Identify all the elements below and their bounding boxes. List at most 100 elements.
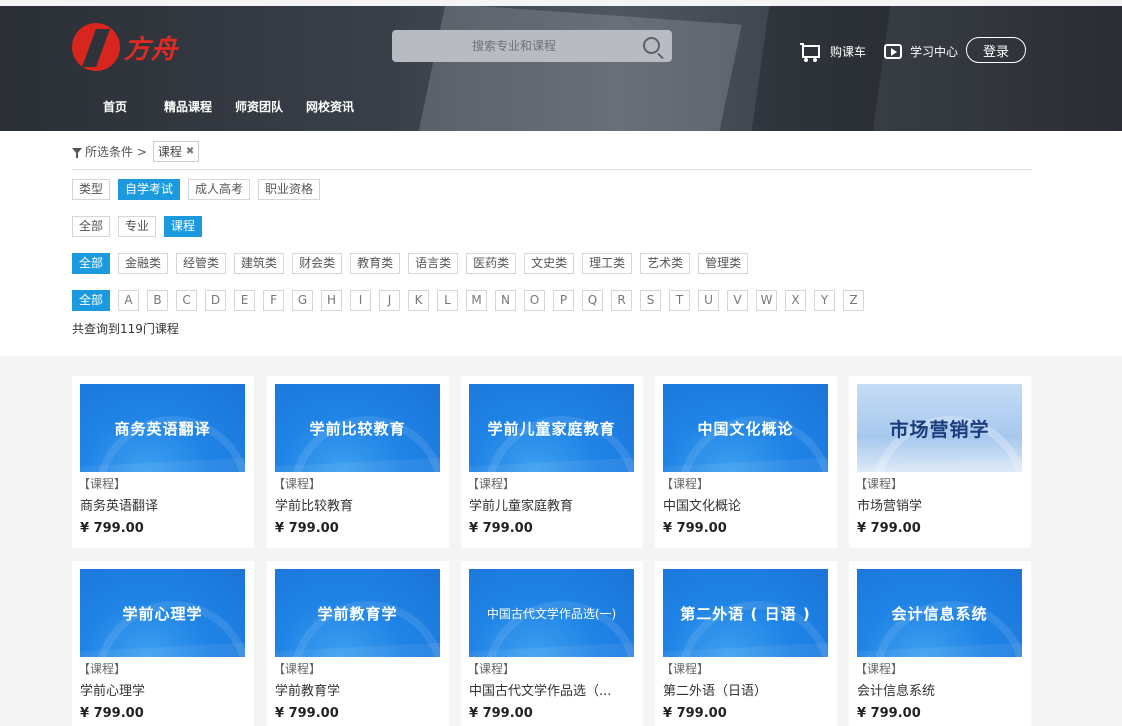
- letter-chip-t[interactable]: T: [669, 290, 691, 311]
- study-center-link[interactable]: 学习中心: [910, 43, 958, 60]
- letter-chip-x[interactable]: X: [785, 290, 807, 311]
- letter-chip-m[interactable]: M: [466, 290, 488, 311]
- nav-teachers[interactable]: 师资团队: [235, 98, 283, 115]
- course-thumbnail[interactable]: 中国文化概论: [663, 384, 828, 472]
- letter-chip-g[interactable]: G: [292, 290, 314, 311]
- exam-type-chip-0[interactable]: 类型: [72, 179, 111, 200]
- course-name[interactable]: 学前儿童家庭教育: [469, 495, 637, 514]
- category-chip-5[interactable]: 教育类: [350, 253, 401, 274]
- course-card[interactable]: 会计信息系统 【课程】 会计信息系统 ¥ 799.00: [849, 561, 1031, 726]
- course-thumbnail[interactable]: 会计信息系统: [857, 569, 1022, 657]
- category-chip-7[interactable]: 医药类: [466, 253, 517, 274]
- course-card[interactable]: 学前心理学 【课程】 学前心理学 ¥ 799.00: [72, 561, 254, 726]
- search-icon[interactable]: [643, 37, 660, 54]
- letter-chip-h[interactable]: H: [321, 290, 343, 311]
- remove-tag-icon[interactable]: ✖: [186, 146, 194, 157]
- exam-type-chip-3[interactable]: 职业资格: [258, 179, 321, 200]
- course-card[interactable]: 第二外语 ( 日语 ) 【课程】 第二外语（日语） ¥ 799.00: [655, 561, 837, 726]
- letter-chip-l[interactable]: L: [437, 290, 459, 311]
- category-chip-11[interactable]: 管理类: [698, 253, 749, 274]
- letter-chip-p[interactable]: P: [553, 290, 575, 311]
- course-thumbnail[interactable]: 学前比较教育: [275, 384, 440, 472]
- cart-icon: [800, 43, 820, 62]
- course-name[interactable]: 第二外语（日语）: [663, 680, 831, 699]
- letter-chip-f[interactable]: F: [263, 290, 285, 311]
- letter-chip-q[interactable]: Q: [582, 290, 604, 311]
- letter-chip-w[interactable]: W: [756, 290, 778, 311]
- scope-filter: 全部 专业 课程: [72, 216, 210, 237]
- category-chip-2[interactable]: 经管类: [176, 253, 227, 274]
- letter-chip-y[interactable]: Y: [814, 290, 836, 311]
- nav-news[interactable]: 网校资讯: [306, 98, 354, 115]
- category-chip-1[interactable]: 金融类: [118, 253, 169, 274]
- category-filter: 全部 金融类 经管类 建筑类 财会类 教育类 语言类 医药类 文史类 理工类 艺术类 管理类: [72, 253, 756, 274]
- letter-chip-b[interactable]: B: [147, 290, 169, 311]
- course-thumbnail[interactable]: 商务英语翻译: [80, 384, 245, 472]
- letter-chip-v[interactable]: V: [727, 290, 749, 311]
- category-chip-8[interactable]: 文史类: [524, 253, 575, 274]
- course-name[interactable]: 商务英语翻译: [80, 495, 248, 514]
- course-type: 【课程】: [661, 662, 710, 676]
- letter-chip-k[interactable]: K: [408, 290, 430, 311]
- course-card[interactable]: 中国古代文学作品选(一) 【课程】 中国古代文学作品选（... ¥ 799.00: [461, 561, 643, 726]
- course-card[interactable]: 中国文化概论 【课程】 中国文化概论 ¥ 799.00: [655, 376, 837, 548]
- scope-chip-2[interactable]: 课程: [164, 216, 203, 237]
- course-card[interactable]: 学前教育学 【课程】 学前教育学 ¥ 799.00: [267, 561, 449, 726]
- cart-link[interactable]: 购课车: [830, 43, 866, 60]
- course-thumbnail[interactable]: 市场营销学: [857, 384, 1022, 472]
- letter-chip-c[interactable]: C: [176, 290, 198, 311]
- course-thumbnail[interactable]: 学前心理学: [80, 569, 245, 657]
- exam-type-chip-1[interactable]: 自学考试: [118, 179, 181, 200]
- letter-chip-u[interactable]: U: [698, 290, 720, 311]
- category-chip-6[interactable]: 语言类: [408, 253, 459, 274]
- letter-chip-e[interactable]: E: [234, 290, 256, 311]
- category-chip-9[interactable]: 理工类: [582, 253, 633, 274]
- letter-chip-a[interactable]: A: [118, 290, 140, 311]
- course-thumbnail[interactable]: 学前儿童家庭教育: [469, 384, 634, 472]
- nav-courses[interactable]: 精品课程: [164, 98, 212, 115]
- scope-chip-1[interactable]: 专业: [118, 216, 157, 237]
- letter-chip-all[interactable]: 全部: [72, 290, 111, 311]
- course-name[interactable]: 学前心理学: [80, 680, 248, 699]
- course-card[interactable]: 市场营销学 【课程】 市场营销学 ¥ 799.00: [849, 376, 1031, 548]
- letter-chip-j[interactable]: J: [379, 290, 401, 311]
- course-price: ¥ 799.00: [857, 521, 921, 536]
- nav-home[interactable]: 首页: [103, 98, 127, 115]
- course-thumbnail[interactable]: 中国古代文学作品选(一): [469, 569, 634, 657]
- course-price: ¥ 799.00: [80, 521, 144, 536]
- letter-chip-i[interactable]: I: [350, 290, 372, 311]
- course-name[interactable]: 会计信息系统: [857, 680, 1025, 699]
- course-thumbnail[interactable]: 第二外语 ( 日语 ): [663, 569, 828, 657]
- category-chip-0[interactable]: 全部: [72, 253, 111, 274]
- category-chip-3[interactable]: 建筑类: [234, 253, 285, 274]
- course-name[interactable]: 中国文化概论: [663, 495, 831, 514]
- letter-chip-r[interactable]: R: [611, 290, 633, 311]
- letter-chip-s[interactable]: S: [640, 290, 662, 311]
- course-thumbnail[interactable]: 学前教育学: [275, 569, 440, 657]
- play-icon: [884, 43, 903, 59]
- letter-chip-n[interactable]: N: [495, 290, 517, 311]
- divider: [72, 169, 1032, 170]
- login-button[interactable]: 登录: [966, 37, 1027, 63]
- site-logo[interactable]: 方舟: [72, 23, 178, 71]
- letter-chip-o[interactable]: O: [524, 290, 546, 311]
- course-card[interactable]: 学前比较教育 【课程】 学前比较教育 ¥ 799.00: [267, 376, 449, 548]
- thumbnail-title: 学前教育学: [317, 604, 398, 623]
- course-name[interactable]: 中国古代文学作品选（...: [469, 680, 637, 699]
- course-card[interactable]: 商务英语翻译 【课程】 商务英语翻译 ¥ 799.00: [72, 376, 254, 548]
- course-name[interactable]: 市场营销学: [857, 495, 1025, 514]
- category-chip-4[interactable]: 财会类: [292, 253, 343, 274]
- letter-chip-d[interactable]: D: [205, 290, 227, 311]
- category-chip-10[interactable]: 艺术类: [640, 253, 691, 274]
- letter-chip-z[interactable]: Z: [843, 290, 865, 311]
- exam-type-chip-2[interactable]: 成人高考: [188, 179, 251, 200]
- search-input[interactable]: [392, 30, 636, 62]
- course-name[interactable]: 学前比较教育: [275, 495, 443, 514]
- course-type: 【课程】: [78, 477, 127, 491]
- course-price: ¥ 799.00: [469, 521, 533, 536]
- selected-tag[interactable]: 课程 ✖: [152, 141, 200, 162]
- course-price: ¥ 799.00: [275, 521, 339, 536]
- scope-chip-0[interactable]: 全部: [72, 216, 111, 237]
- course-card[interactable]: 学前儿童家庭教育 【课程】 学前儿童家庭教育 ¥ 799.00: [461, 376, 643, 548]
- course-name[interactable]: 学前教育学: [275, 680, 443, 699]
